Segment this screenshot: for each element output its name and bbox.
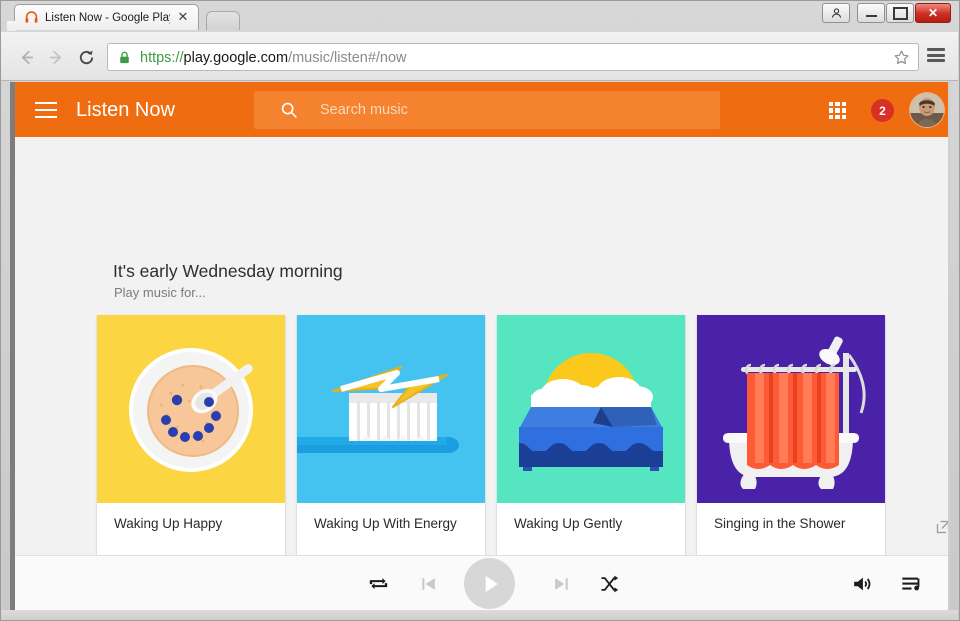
- play-icon: [485, 575, 498, 592]
- app-header: Listen Now Search music 2: [15, 82, 950, 137]
- greeting-heading: It's early Wednesday morning: [113, 261, 343, 281]
- player-bar: [15, 520, 950, 610]
- window-user-button[interactable]: [822, 3, 850, 23]
- search-placeholder: Search music: [320, 102, 408, 118]
- card-title: Waking Up Gently: [514, 516, 623, 531]
- window-bottom-strip: [1, 610, 958, 620]
- next-track-button[interactable]: [551, 574, 571, 594]
- oatmeal-bowl-art: [97, 315, 285, 503]
- card-waking-up-happy[interactable]: Waking Up Happy: [97, 315, 285, 571]
- lock-icon: [118, 50, 131, 65]
- url-scheme: https://: [140, 50, 184, 66]
- avatar[interactable]: [910, 93, 944, 127]
- hamburger-icon[interactable]: [35, 102, 57, 118]
- queue-button[interactable]: [899, 573, 923, 595]
- main-content: It's early Wednesday morning Play music …: [15, 137, 948, 571]
- page-viewport: Listen Now Search music 2 It's early Wed…: [10, 82, 950, 610]
- page-title: Listen Now: [76, 99, 175, 121]
- card-singing-in-the-shower[interactable]: Singing in the Shower: [697, 315, 885, 571]
- star-icon[interactable]: [893, 49, 910, 66]
- url-text: https://play.google.com/music/listen#/no…: [140, 48, 407, 68]
- card-title: Singing in the Shower: [714, 516, 846, 531]
- tab-title: Listen Now - Google Play: [45, 12, 170, 24]
- close-icon: ✕: [927, 6, 939, 20]
- bed-sunrise-art: [497, 315, 685, 503]
- card-waking-up-with-energy[interactable]: Waking Up With Energy: [297, 315, 485, 571]
- previous-track-button[interactable]: [419, 574, 439, 594]
- volume-button[interactable]: [849, 573, 873, 595]
- back-arrow-icon: [21, 50, 33, 64]
- search-input[interactable]: Search music: [254, 91, 720, 129]
- reload-icon: [79, 49, 93, 64]
- shuffle-button[interactable]: [597, 574, 621, 594]
- notification-badge[interactable]: 2: [871, 99, 894, 122]
- chrome-menu-icon[interactable]: [927, 48, 945, 62]
- reload-button[interactable]: [73, 44, 99, 70]
- address-bar[interactable]: https://play.google.com/music/listen#/no…: [107, 43, 919, 71]
- search-icon: [280, 101, 298, 119]
- user-icon: [823, 4, 849, 22]
- card-waking-up-gently[interactable]: Waking Up Gently: [497, 315, 685, 571]
- browser-tab[interactable]: Listen Now - Google Play ✕: [7, 4, 199, 31]
- maximize-button[interactable]: [886, 3, 914, 23]
- next-track-icon: [555, 578, 568, 590]
- volume-icon: [853, 577, 870, 591]
- play-button[interactable]: [464, 558, 515, 609]
- repeat-icon: [369, 578, 388, 590]
- browser-toolbar: https://play.google.com/music/listen#/no…: [1, 32, 958, 81]
- minimize-icon: [858, 4, 884, 22]
- queue-icon: [901, 577, 919, 591]
- headphones-icon: [24, 10, 39, 25]
- browser-window: Listen Now - Google Play ✕ ✕ https://pla…: [0, 0, 960, 621]
- toothbrush-art: [297, 315, 485, 503]
- card-title: Waking Up With Energy: [314, 516, 457, 531]
- close-button[interactable]: ✕: [915, 3, 951, 23]
- minimize-button[interactable]: [857, 3, 885, 23]
- bathtub-art: [697, 315, 885, 503]
- apps-grid-icon[interactable]: [829, 102, 846, 119]
- url-path: /music/listen#/now: [288, 50, 407, 66]
- card-title: Waking Up Happy: [114, 516, 223, 531]
- tab-close-icon[interactable]: ✕: [176, 10, 190, 24]
- url-host: play.google.com: [183, 50, 289, 66]
- shuffle-icon: [601, 575, 619, 593]
- forward-button[interactable]: [43, 44, 69, 70]
- repeat-button[interactable]: [367, 574, 391, 594]
- previous-track-icon: [422, 578, 435, 590]
- tab-strip: Listen Now - Google Play ✕: [0, 0, 958, 32]
- greeting-subheading: Play music for...: [114, 285, 206, 300]
- back-button[interactable]: [13, 44, 39, 70]
- maximize-icon: [887, 4, 913, 22]
- viewport-right-edge: [948, 82, 950, 610]
- new-tab-button[interactable]: [206, 11, 240, 30]
- forward-arrow-icon: [49, 50, 61, 64]
